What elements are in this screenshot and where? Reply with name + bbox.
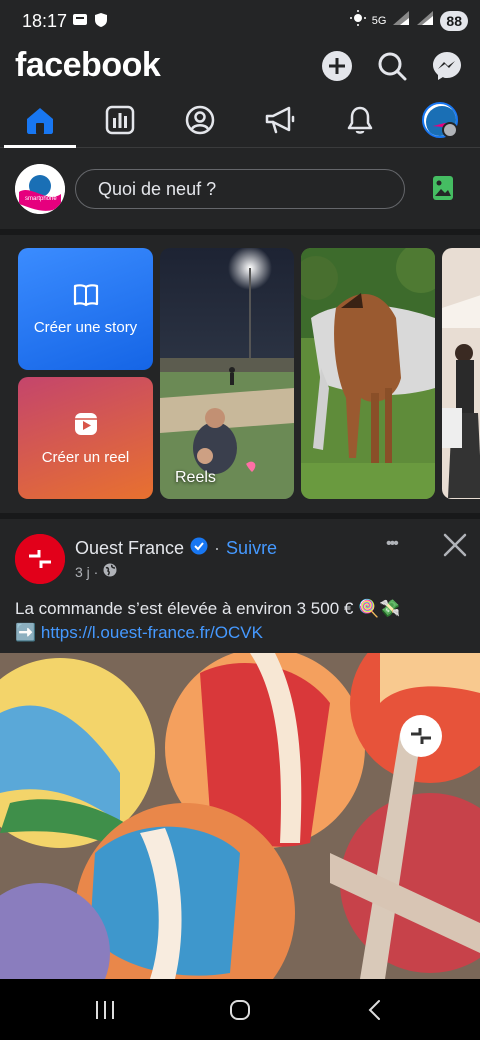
ouest-france-logo [15,534,65,584]
reels-label: Reels [175,469,216,486]
search-button[interactable] [374,48,410,84]
whats-on-your-mind-input[interactable]: Quoi de neuf ? [75,169,405,209]
network-type: 5G [371,14,387,27]
post-composer: smartphone Quoi de neuf ? [0,149,480,229]
hide-post-button[interactable] [442,532,468,558]
create-reel-label: Créer un reel [41,448,130,466]
home-icon [27,108,53,134]
battery-indicator: 88 [440,10,468,31]
smartphone-france-logo: smartphone [15,164,65,214]
reels-icon [74,412,97,435]
image-watermark-logo [400,715,442,757]
tab-ads[interactable] [260,100,300,140]
back-icon [368,1000,380,1020]
more-options-icon: ••• [386,535,399,552]
photo-icon [433,176,453,200]
back-button[interactable] [360,995,390,1025]
create-story-label: Créer une story [33,318,138,336]
tab-notifications[interactable] [340,100,380,140]
create-story-card[interactable]: Créer une story [18,248,153,370]
shield-icon [94,12,108,33]
more-options-button[interactable]: ••• [386,535,416,555]
feed-post: Ouest France · Suivre 3 j · ••• La comma… [0,519,480,979]
recent-apps-button[interactable] [90,995,120,1025]
system-navigation-bar [0,979,480,1040]
signal-icon [392,10,410,31]
messenger-icon [433,52,461,80]
ouest-france-watermark-icon [411,728,431,744]
tab-menu[interactable] [420,100,460,140]
verified-badge-icon [190,537,208,560]
ouest-france-avatar[interactable] [15,534,65,584]
recent-apps-icon [96,1001,114,1019]
bell-icon [347,106,373,134]
reels-thumbnail [160,248,294,499]
tab-dashboard[interactable] [100,100,140,140]
profile-icon [185,105,215,135]
post-link[interactable]: https://l.ouest-france.fr/OCVK [41,623,263,642]
megaphone-icon [265,106,295,134]
post-message: La commande s’est élevée à environ 3 500… [15,599,401,618]
search-icon [378,52,407,81]
status-bar: 18:17 5G 88 [0,0,480,42]
facebook-logo: facebook [15,46,161,84]
tab-profile[interactable] [180,100,220,140]
create-reel-card[interactable]: Créer un reel [18,377,153,499]
active-tab-indicator [4,145,76,148]
horse-photo [301,248,435,499]
svg-text:smartphone: smartphone [25,196,57,202]
app-header: facebook [0,42,480,92]
photo-button[interactable] [428,173,458,203]
home-nav-button[interactable] [225,995,255,1025]
people-photo [442,248,480,499]
book-icon [73,283,98,306]
header-separator: · [214,538,221,558]
globe-icon [103,563,117,580]
post-text: La commande s’est élevée à environ 3 500… [15,597,470,645]
status-time: 18:17 [22,11,68,31]
brightness-icon [349,10,366,31]
lollipops-photo [0,653,480,979]
menu-badge-icon [442,122,458,138]
people-story-card[interactable] [442,248,480,499]
home-circle-icon [230,1000,250,1020]
horse-story-card[interactable] [301,248,435,499]
notification-app-icon [72,12,88,33]
post-image[interactable] [0,653,480,979]
plus-icon [322,51,352,81]
tab-home[interactable] [20,100,60,140]
post-time: 3 j · [75,563,99,580]
dashboard-icon [105,105,135,135]
user-avatar[interactable]: smartphone [15,164,65,214]
follow-button[interactable]: Suivre [226,538,277,559]
signal-icon-2 [416,10,434,31]
main-tabs [0,92,480,148]
close-icon [443,533,467,557]
arrow-icon: ➡️ [15,623,37,642]
stories-tray: Créer une story Créer un reel Reels [0,235,480,513]
messenger-button[interactable] [429,48,465,84]
page-name[interactable]: Ouest France [75,538,184,559]
create-button[interactable] [319,48,355,84]
reels-story-card[interactable]: Reels [160,248,294,499]
